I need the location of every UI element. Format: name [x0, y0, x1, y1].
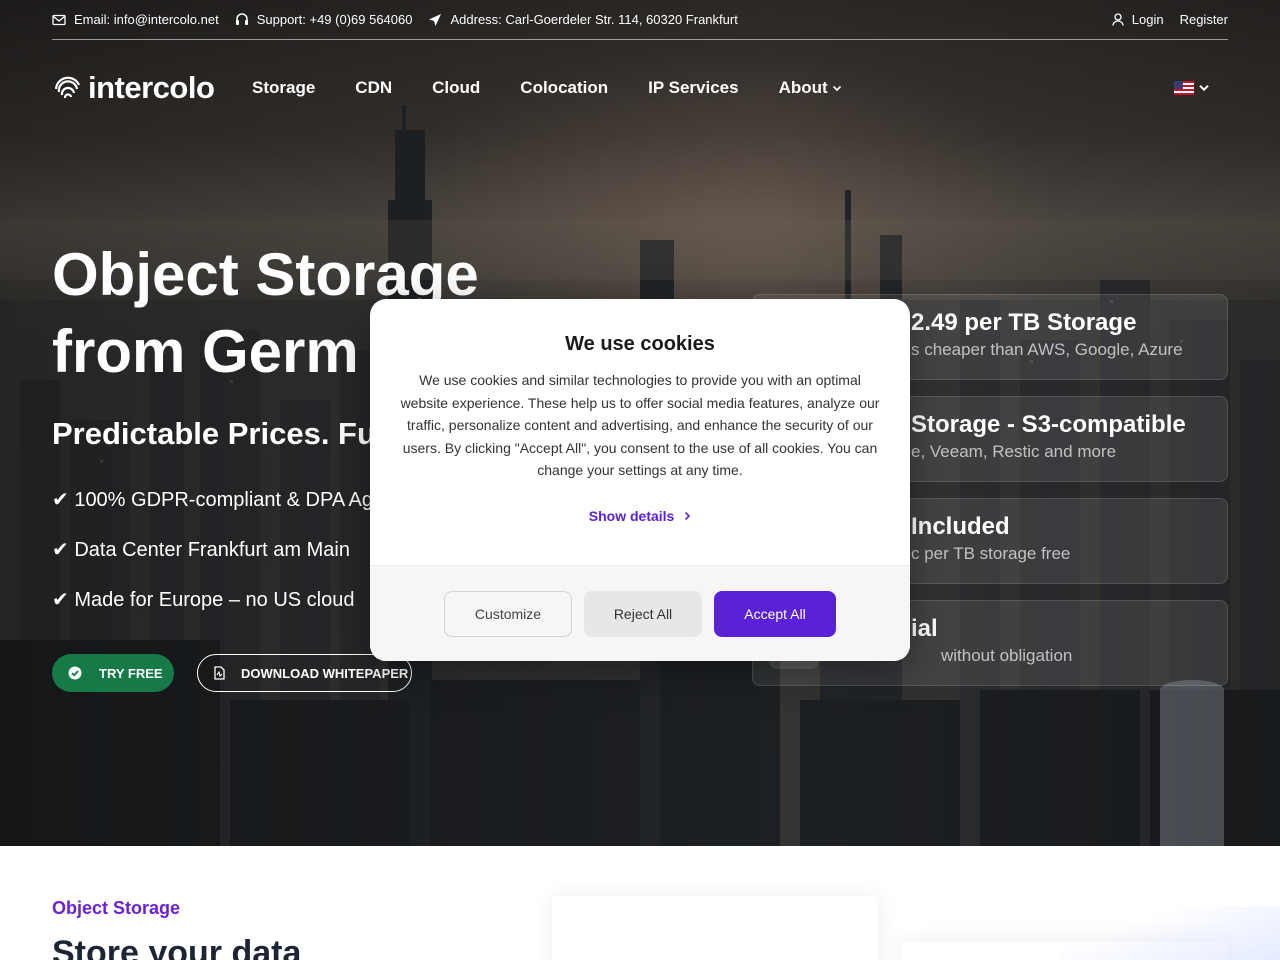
nav-item-cloud[interactable]: Cloud	[432, 78, 480, 98]
top-contact-bar: Email: info@intercolo.net Support: +49 (…	[52, 0, 1228, 40]
try-free-button[interactable]: TRY FREE	[52, 654, 174, 692]
nav-item-storage[interactable]: Storage	[252, 78, 315, 98]
reject-all-button[interactable]: Reject All	[584, 591, 702, 637]
feature-subtitle: s cheaper than AWS, Google, Azure	[911, 340, 1183, 359]
feature-title: 2.49 per TB Storage	[911, 309, 1137, 336]
section-heading: Store your data	[52, 934, 302, 960]
nav-item-cdn[interactable]: CDN	[355, 78, 392, 98]
address-text: Address: Carl-Goerdeler Str. 114, 60320 …	[450, 12, 738, 27]
download-whitepaper-label: DOWNLOAD WHITEPAPER	[241, 665, 409, 681]
cookie-dialog-title: We use cookies	[565, 333, 715, 355]
email-contact[interactable]: Email: info@intercolo.net	[52, 12, 219, 27]
hero-subtitle: Predictable Prices. Fu	[52, 416, 376, 451]
email-text: Email: info@intercolo.net	[74, 12, 219, 27]
support-text: Support: +49 (0)69 564060	[256, 12, 413, 27]
logo[interactable]: intercolo	[52, 70, 252, 106]
feature-title: Storage - S3-compatible	[911, 411, 1186, 438]
customize-button[interactable]: Customize	[444, 591, 572, 637]
cookie-consent-dialog: We use cookies We use cookies and simila…	[370, 299, 910, 661]
cookie-dialog-text: We use cookies and similar technologies …	[400, 372, 880, 478]
logo-text: intercolo	[88, 70, 215, 105]
address-contact[interactable]: Address: Carl-Goerdeler Str. 114, 60320 …	[428, 12, 738, 27]
chevron-right-icon	[685, 511, 691, 521]
hero-checklist: ✔ 100% GDPR-compliant & DPA Agr ✔ Data C…	[52, 487, 380, 637]
accept-all-button[interactable]: Accept All	[714, 591, 836, 637]
chevron-down-icon	[1199, 85, 1209, 92]
nav-item-about-label: About	[778, 78, 828, 97]
register-link[interactable]: Register	[1180, 12, 1228, 27]
login-label: Login	[1131, 12, 1164, 27]
decorative-wave	[1060, 906, 1280, 960]
nav-item-colocation[interactable]: Colocation	[520, 78, 608, 98]
try-free-label: TRY FREE	[99, 665, 163, 681]
check-circle-icon	[68, 666, 82, 680]
login-link[interactable]: Login	[1112, 12, 1164, 27]
chevron-down-icon	[832, 85, 841, 91]
feature-subtitle: e, Veeam, Restic and more	[911, 442, 1117, 461]
cookie-dialog-footer: Customize Reject All Accept All	[370, 565, 910, 661]
support-contact[interactable]: Support: +49 (0)69 564060	[235, 12, 413, 27]
check-item: ✔ 100% GDPR-compliant & DPA Agr	[52, 489, 380, 511]
feature-subtitle: c per TB storage free	[911, 544, 1071, 563]
nav-item-ip-services[interactable]: IP Services	[648, 78, 738, 98]
check-item: ✔ Made for Europe – no US cloud	[52, 589, 355, 611]
pdf-file-icon	[214, 666, 225, 680]
info-card	[552, 896, 878, 960]
nav-menu: Storage CDN Cloud Colocation IP Services…	[252, 78, 882, 98]
location-arrow-icon	[429, 13, 442, 26]
feature-subtitle: without obligation	[941, 646, 1073, 665]
language-selector[interactable]	[1174, 81, 1210, 95]
envelope-icon	[52, 14, 66, 25]
account-links: Login Register	[1096, 12, 1228, 27]
object-storage-section: Object Storage Store your data	[0, 846, 1280, 960]
main-navigation: intercolo Storage CDN Cloud Colocation I…	[52, 62, 1228, 114]
intercolo-logo-icon	[54, 76, 81, 99]
check-item: ✔ Data Center Frankfurt am Main	[52, 539, 350, 561]
user-icon	[1112, 13, 1124, 26]
us-flag-icon	[1174, 81, 1194, 95]
section-eyebrow: Object Storage	[52, 898, 181, 918]
headset-icon	[235, 13, 248, 25]
show-details-link[interactable]: Show details	[370, 508, 910, 524]
nav-item-about[interactable]: About	[779, 78, 842, 98]
feature-title: ial	[911, 615, 938, 642]
feature-title: Included	[911, 513, 1010, 540]
show-details-label: Show details	[588, 508, 675, 524]
